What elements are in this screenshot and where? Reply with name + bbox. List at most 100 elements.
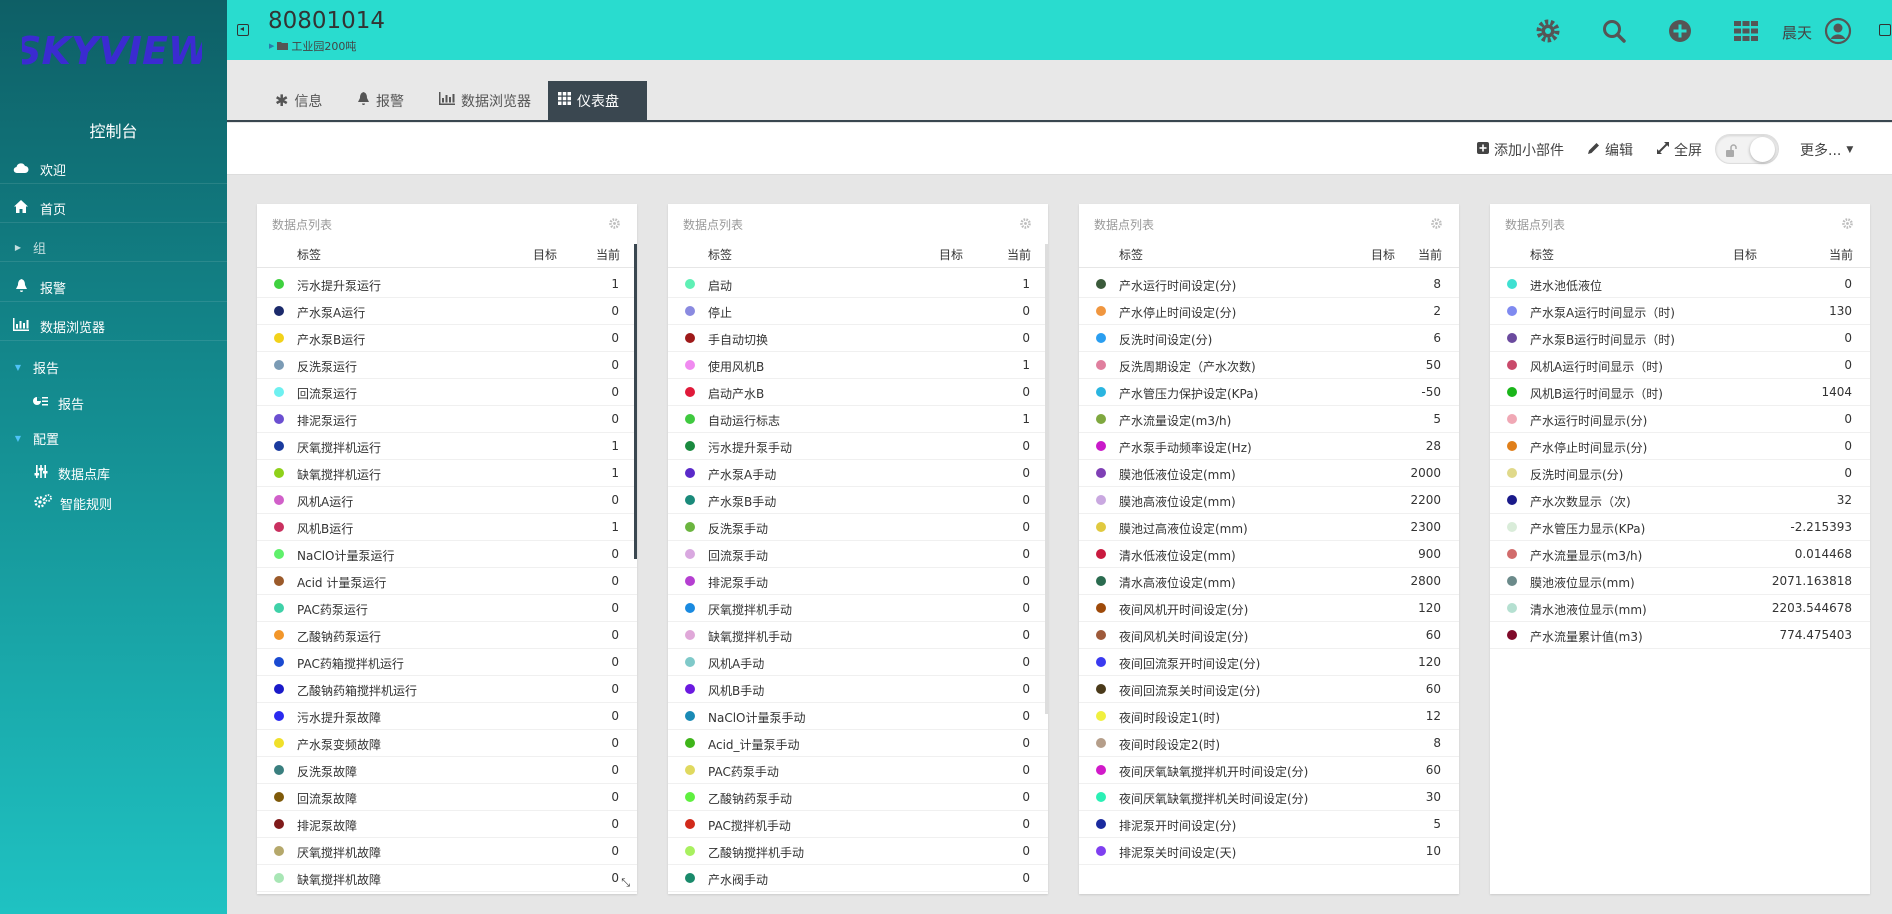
table-row[interactable]: 产水泵A手动 0 <box>668 460 1048 487</box>
col-current-header[interactable]: 当前 <box>1007 246 1031 263</box>
widget-settings-gear-icon[interactable] <box>1841 217 1854 230</box>
widget-settings-gear-icon[interactable] <box>608 217 621 230</box>
table-row[interactable]: 产水停止时间设定(分) 2 <box>1079 298 1459 325</box>
table-row[interactable]: 产水流量显示(m3/h) 0.014468 <box>1490 541 1870 568</box>
table-row[interactable]: 产水次数显示（次) 32 <box>1490 487 1870 514</box>
nav-report[interactable]: 报告 <box>0 389 227 417</box>
table-row[interactable]: 风机A运行 0 <box>257 487 637 514</box>
table-row[interactable]: 污水提升泵手动 0 <box>668 433 1048 460</box>
table-row[interactable]: 启动 1 <box>668 271 1048 298</box>
table-row[interactable]: 乙酸钠药泵运行 0 <box>257 622 637 649</box>
col-target-header[interactable]: 目标 <box>939 246 963 263</box>
nav-smart-rules[interactable]: 智能规则 <box>0 489 227 517</box>
table-row[interactable]: 启动产水B 0 <box>668 379 1048 406</box>
table-row[interactable]: 缺氧搅拌机故障 0 <box>257 865 637 892</box>
table-row[interactable]: NaClO计量泵手动 0 <box>668 703 1048 730</box>
table-row[interactable]: 进水池低液位 0 <box>1490 271 1870 298</box>
edit-button[interactable]: 编辑 <box>1588 140 1633 160</box>
col-label-header[interactable]: 标签 <box>708 246 732 263</box>
table-row[interactable]: 膜池液位显示(mm) 2071.163818 <box>1490 568 1870 595</box>
col-label-header[interactable]: 标签 <box>1119 246 1143 263</box>
table-row[interactable]: Acid_计量泵手动 0 <box>668 730 1048 757</box>
tab-data-browser[interactable]: 数据浏览器 <box>429 81 541 120</box>
table-row[interactable]: 乙酸钠药泵手动 0 <box>668 784 1048 811</box>
table-row[interactable]: NaClO计量泵运行 0 <box>257 541 637 568</box>
table-row[interactable]: 膜池高液位设定(mm) 2200 <box>1079 487 1459 514</box>
col-label-header[interactable]: 标签 <box>297 246 321 263</box>
skyview-logo[interactable]: SKYVIEW <box>22 12 202 82</box>
table-row[interactable]: 乙酸钠药箱搅拌机运行 0 <box>257 676 637 703</box>
gear-icon[interactable] <box>1531 14 1565 48</box>
table-row[interactable]: 回流泵运行 0 <box>257 379 637 406</box>
nav-report-section[interactable]: ▼ 报告 <box>0 353 227 381</box>
table-row[interactable]: 污水提升泵故障 0 <box>257 703 637 730</box>
table-row[interactable]: 清水高液位设定(mm) 2800 <box>1079 568 1459 595</box>
table-row[interactable]: 厌氧搅拌机故障 0 <box>257 838 637 865</box>
table-row[interactable]: 产水运行时间显示(分) 0 <box>1490 406 1870 433</box>
table-row[interactable]: 夜间风机关时间设定(分) 60 <box>1079 622 1459 649</box>
table-row[interactable]: 乙酸钠搅拌机手动 0 <box>668 838 1048 865</box>
scrollbar[interactable] <box>634 244 637 559</box>
table-row[interactable]: 反洗时间设定(分) 6 <box>1079 325 1459 352</box>
table-row[interactable]: 手自动切换 0 <box>668 325 1048 352</box>
table-row[interactable]: 产水泵B手动 0 <box>668 487 1048 514</box>
col-current-header[interactable]: 当前 <box>596 246 620 263</box>
right-panel-toggle-button[interactable] <box>1879 24 1891 36</box>
col-target-header[interactable]: 目标 <box>1733 246 1757 263</box>
table-row[interactable]: 风机A手动 0 <box>668 649 1048 676</box>
widget-settings-gear-icon[interactable] <box>1019 217 1032 230</box>
table-row[interactable]: 风机B手动 0 <box>668 676 1048 703</box>
nav-config-section[interactable]: ▼ 配置 <box>0 424 227 452</box>
table-row[interactable]: 风机B运行 1 <box>257 514 637 541</box>
table-row[interactable]: 产水泵A运行 0 <box>257 298 637 325</box>
col-target-header[interactable]: 目标 <box>533 246 557 263</box>
table-row[interactable]: 反洗泵手动 0 <box>668 514 1048 541</box>
nav-welcome[interactable]: 欢迎 <box>0 156 227 184</box>
table-row[interactable]: 排泥泵手动 0 <box>668 568 1048 595</box>
nav-group[interactable]: ▶ 组 <box>0 234 227 262</box>
table-row[interactable]: 夜间回流泵开时间设定(分) 120 <box>1079 649 1459 676</box>
table-row[interactable]: 使用风机B 1 <box>668 352 1048 379</box>
table-row[interactable]: 停止 0 <box>668 298 1048 325</box>
table-row[interactable]: 夜间时段设定1(时) 12 <box>1079 703 1459 730</box>
table-row[interactable]: 反洗泵运行 0 <box>257 352 637 379</box>
table-row[interactable]: 风机A运行时间显示（时) 0 <box>1490 352 1870 379</box>
table-row[interactable]: 回流泵手动 0 <box>668 541 1048 568</box>
table-row[interactable]: 自动运行标志 1 <box>668 406 1048 433</box>
table-row[interactable]: 排泥泵关时间设定(天) 10 <box>1079 838 1459 865</box>
table-row[interactable]: 反洗时间显示(分) 0 <box>1490 460 1870 487</box>
table-row[interactable]: 厌氧搅拌机运行 1 <box>257 433 637 460</box>
table-row[interactable]: 排泥泵故障 0 <box>257 811 637 838</box>
table-row[interactable]: 产水停止时间显示(分) 0 <box>1490 433 1870 460</box>
username[interactable]: 晨天 <box>1782 22 1812 43</box>
nav-home[interactable]: 首页 <box>0 195 227 223</box>
nav-data-browser[interactable]: 数据浏览器 <box>0 313 227 341</box>
table-row[interactable]: 夜间时段设定2(时) 8 <box>1079 730 1459 757</box>
resize-handle-icon[interactable]: ⤡ <box>621 876 630 890</box>
table-row[interactable]: 夜间厌氧缺氧搅拌机开时间设定(分) 60 <box>1079 757 1459 784</box>
table-row[interactable]: 产水运行时间设定(分) 8 <box>1079 271 1459 298</box>
table-row[interactable]: 清水低液位设定(mm) 900 <box>1079 541 1459 568</box>
widget-settings-gear-icon[interactable] <box>1430 217 1443 230</box>
table-row[interactable]: 产水泵B运行时间显示（时) 0 <box>1490 325 1870 352</box>
apps-grid-icon[interactable] <box>1729 14 1763 48</box>
add-widget-button[interactable]: 添加小部件 <box>1477 140 1564 160</box>
table-row[interactable]: 产水流量累计值(m3) 774.475403 <box>1490 622 1870 649</box>
table-row[interactable]: 厌氧搅拌机手动 0 <box>668 595 1048 622</box>
table-row[interactable]: 产水泵A运行时间显示（时) 130 <box>1490 298 1870 325</box>
table-row[interactable]: 产水泵变频故障 0 <box>257 730 637 757</box>
table-row[interactable]: 膜池低液位设定(mm) 2000 <box>1079 460 1459 487</box>
table-row[interactable]: 缺氧搅拌机运行 1 <box>257 460 637 487</box>
table-row[interactable]: 清水池液位显示(mm) 2203.544678 <box>1490 595 1870 622</box>
table-row[interactable]: 产水泵B运行 0 <box>257 325 637 352</box>
table-row[interactable]: 夜间回流泵关时间设定(分) 60 <box>1079 676 1459 703</box>
table-row[interactable]: 膜池过高液位设定(mm) 2300 <box>1079 514 1459 541</box>
table-row[interactable]: PAC药泵手动 0 <box>668 757 1048 784</box>
col-label-header[interactable]: 标签 <box>1530 246 1554 263</box>
col-target-header[interactable]: 目标 <box>1371 246 1395 263</box>
tab-dashboard[interactable]: 仪表盘 <box>548 81 647 120</box>
tab-info[interactable]: ✱ 信息 <box>265 81 332 120</box>
table-row[interactable]: 产水阀手动 0 <box>668 865 1048 892</box>
table-row[interactable]: PAC药箱搅拌机运行 0 <box>257 649 637 676</box>
col-current-header[interactable]: 当前 <box>1418 246 1442 263</box>
